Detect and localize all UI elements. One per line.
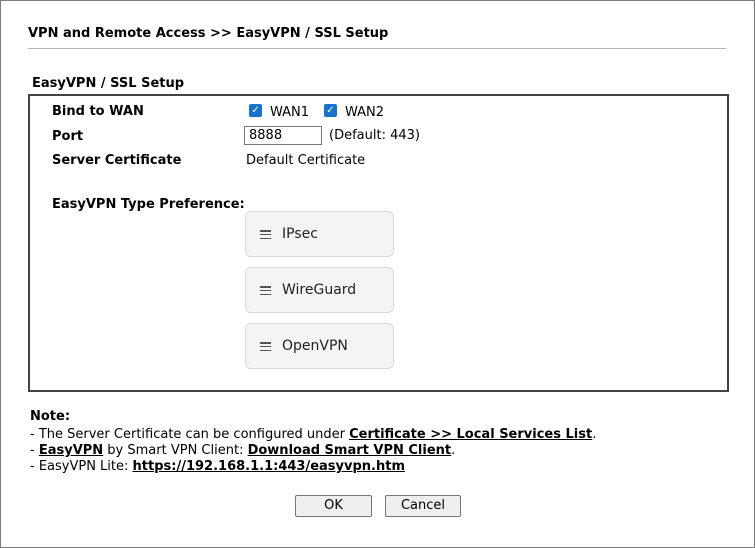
easyvpn-link[interactable]: EasyVPN (39, 443, 103, 458)
ok-button[interactable]: OK (295, 495, 372, 517)
port-input[interactable] (244, 126, 322, 145)
pref-item-label: WireGuard (282, 282, 357, 298)
download-smart-vpn-client-link[interactable]: Download Smart VPN Client (248, 443, 452, 458)
title-divider (28, 48, 726, 49)
note-text: . (451, 443, 456, 458)
server-certificate-value: Default Certificate (246, 153, 366, 168)
certificate-services-link[interactable]: Certificate >> Local Services List (349, 427, 592, 442)
note-text: by Smart VPN Client: (103, 443, 248, 458)
pref-item-ipsec[interactable]: IPsec (245, 211, 394, 257)
server-certificate-label: Server Certificate (52, 153, 182, 168)
note-text: - EasyVPN Lite: (30, 459, 133, 474)
pref-item-label: IPsec (282, 226, 318, 242)
note-line-smartvpn: - EasyVPN by Smart VPN Client: Download … (30, 443, 455, 458)
bind-to-wan-label: Bind to WAN (52, 104, 144, 119)
note-line-easyvpn-lite: - EasyVPN Lite: https://192.168.1.1:443/… (30, 459, 405, 474)
section-title: EasyVPN / SSL Setup (32, 76, 185, 91)
checkmark-icon: ✓ (326, 105, 335, 116)
pref-item-wireguard[interactable]: WireGuard (245, 267, 394, 313)
note-line-certificate: - The Server Certificate can be configur… (30, 427, 596, 442)
drag-handle-icon[interactable] (260, 230, 271, 240)
drag-handle-icon[interactable] (260, 286, 271, 296)
wan1-checkbox[interactable]: ✓ (249, 104, 262, 117)
note-title: Note: (30, 409, 71, 424)
note-text: . (592, 427, 597, 442)
note-text: - (30, 443, 39, 458)
easyvpn-lite-link[interactable]: https://192.168.1.1:443/easyvpn.htm (133, 459, 405, 474)
cancel-button[interactable]: Cancel (385, 495, 461, 517)
note-text: - The Server Certificate can be configur… (30, 427, 350, 442)
wan2-checkbox[interactable]: ✓ (324, 104, 337, 117)
pref-item-label: OpenVPN (282, 338, 348, 354)
wan1-label: WAN1 (270, 105, 310, 120)
pref-item-openvpn[interactable]: OpenVPN (245, 323, 394, 369)
port-default-hint: (Default: 443) (329, 128, 420, 143)
wan2-label: WAN2 (345, 105, 385, 120)
type-preference-label: EasyVPN Type Preference: (52, 197, 245, 212)
checkmark-icon: ✓ (251, 105, 260, 116)
drag-handle-icon[interactable] (260, 342, 271, 352)
page-title: VPN and Remote Access >> EasyVPN / SSL S… (28, 26, 389, 41)
port-label: Port (52, 129, 84, 144)
